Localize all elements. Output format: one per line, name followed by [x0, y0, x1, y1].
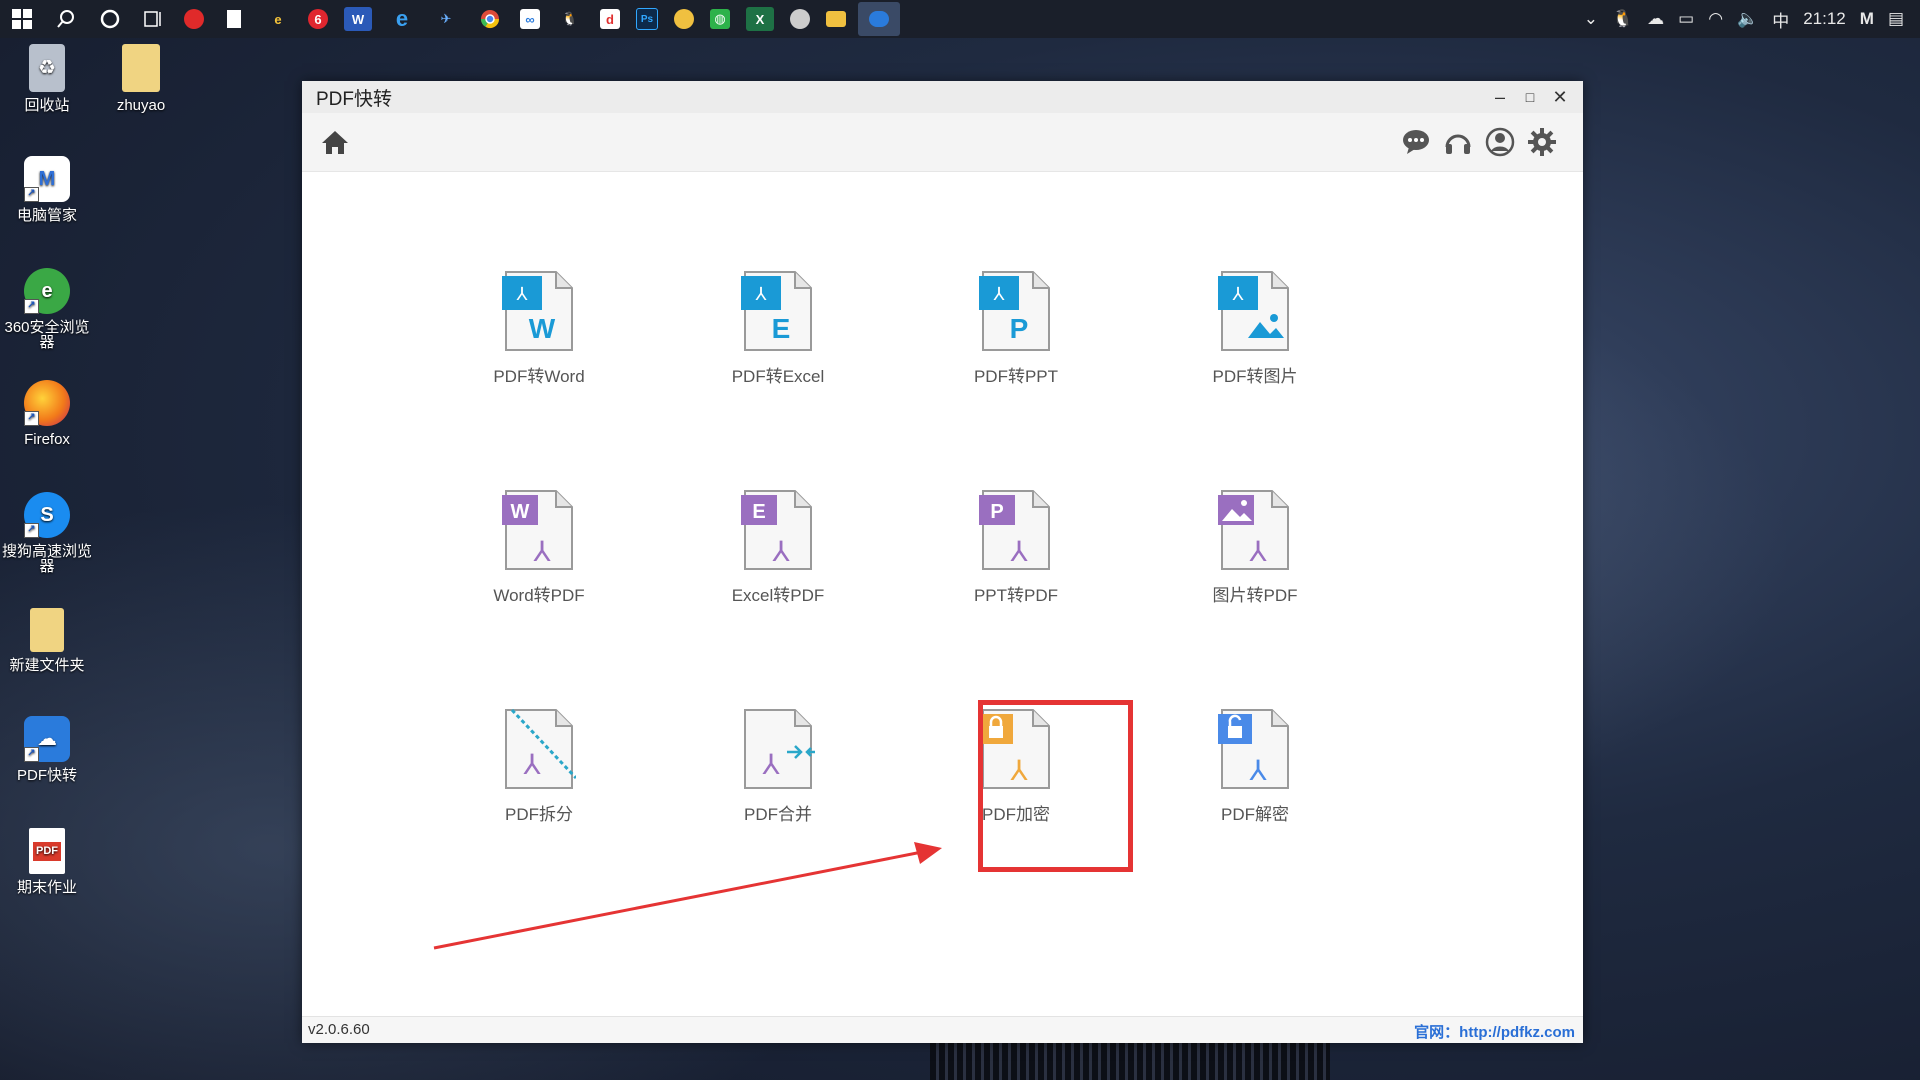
volume-icon[interactable]: 🔈: [1737, 9, 1758, 29]
qq-icon[interactable]: 🐧: [556, 7, 584, 31]
desktop-icon-360-browser[interactable]: e ↗ 360安全浏览器: [1, 268, 93, 350]
clock[interactable]: 21:12: [1803, 9, 1846, 29]
cortana-icon[interactable]: [96, 7, 124, 31]
browser-360-icon: e ↗: [24, 268, 70, 314]
ime-indicator[interactable]: 中: [1772, 7, 1789, 32]
tool-grid: ⅄ W PDF转Word ⅄ E PDF转Excel ⅄ P PDF转PPT ⅄ PDF转图片 W ⅄ W…: [302, 172, 1583, 1000]
task-view-icon[interactable]: [140, 7, 168, 31]
app-window: PDF快转 – □ ✕ ⅄ W PDF转Word ⅄ E PDF转Excel ⅄ P PDF转P…: [302, 81, 1583, 1043]
pdf-kuaizhuan-desktop-icon: ☁ ↗: [24, 716, 70, 762]
netease-music-icon[interactable]: [184, 9, 204, 29]
photoshop-icon[interactable]: Ps: [636, 8, 658, 30]
pdf-file-icon: PDF: [29, 828, 65, 874]
close-button[interactable]: ✕: [1547, 84, 1573, 110]
emoji-app-icon[interactable]: [674, 9, 694, 29]
word-icon[interactable]: W: [344, 7, 372, 31]
headset-icon[interactable]: [1443, 127, 1473, 157]
desktop-icon-label: 搜狗高速浏览器: [1, 543, 92, 575]
toolbar: [302, 113, 1583, 172]
chat-icon[interactable]: [1401, 127, 1431, 157]
live-icon[interactable]: ✈: [432, 7, 460, 31]
system-tray: ⌄ 🐧 ☁ ▭ ◠ 🔈 中 21:12 M ▤: [1577, 0, 1920, 38]
desktop-icon-label: PDF快转: [16, 767, 77, 784]
desktop-icon-new-folder[interactable]: 新建文件夹: [1, 608, 93, 673]
recycle-bin-icon: ♻: [29, 44, 65, 92]
chevron-up-icon[interactable]: ⌄: [1584, 9, 1598, 29]
notification-icon[interactable]: ▤: [1888, 9, 1904, 29]
window-title: PDF快转: [316, 88, 393, 110]
shortcut-arrow-icon: ↗: [24, 523, 39, 538]
annotation-arrow: [433, 842, 942, 950]
baidu-netdisk-icon[interactable]: ∞: [520, 9, 540, 29]
windows-start-icon[interactable]: [8, 7, 36, 31]
desktop-icon-label: 新建文件夹: [9, 657, 85, 674]
cloud-icon[interactable]: ☁: [1647, 9, 1664, 29]
wifi-icon[interactable]: ◠: [1708, 9, 1723, 29]
app-icon[interactable]: d: [600, 9, 620, 29]
desktop-icon-label: 回收站: [24, 97, 70, 114]
battery-icon[interactable]: ▭: [1678, 9, 1694, 29]
shortcut-arrow-icon: ↗: [24, 411, 39, 426]
file-explorer-icon[interactable]: [826, 11, 846, 27]
shortcut-arrow-icon: ↗: [24, 187, 39, 202]
notepad-icon[interactable]: [220, 7, 248, 31]
desktop-icon-label: zhuyao: [116, 97, 166, 114]
ime-icon[interactable]: M: [1860, 9, 1874, 29]
title-bar[interactable]: PDF快转 – □ ✕: [302, 81, 1583, 113]
desktop-icon-label: 期末作业: [16, 879, 77, 896]
version-label: v2.0.6.60: [308, 1021, 370, 1038]
desktop-icon-final-homework[interactable]: PDF 期末作业: [1, 828, 93, 895]
desktop-icon-label: Firefox: [24, 431, 70, 448]
settings-gear-icon[interactable]: [1527, 127, 1557, 157]
pdf-kuaizhuan-icon[interactable]: [858, 2, 900, 36]
desktop-icon-sogou-browser[interactable]: S ↗ 搜狗高速浏览器: [1, 492, 93, 574]
pc-manager-icon: M ↗: [24, 156, 70, 202]
website-link[interactable]: 官网：http://pdfkz.com: [1414, 1021, 1575, 1042]
desktop-icon-pdf-kuaizhuan[interactable]: ☁ ↗ PDF快转: [1, 716, 93, 783]
excel-icon[interactable]: X: [746, 7, 774, 31]
home-icon[interactable]: [320, 127, 350, 157]
netease-cloud-icon[interactable]: 6: [308, 9, 328, 29]
user-account-icon[interactable]: [1485, 127, 1515, 157]
shortcut-arrow-icon: ↗: [24, 299, 39, 314]
shortcut-arrow-icon: ↗: [24, 747, 39, 762]
browser-icon[interactable]: [790, 9, 810, 29]
desktop-icon-label: 360安全浏览器: [4, 319, 90, 351]
qq-tray-icon[interactable]: 🐧: [1612, 9, 1633, 29]
chrome-icon[interactable]: [476, 7, 504, 31]
ie-colorful-icon[interactable]: e: [264, 7, 292, 31]
taskbar: e 6 W e ✈ ∞ 🐧 d Ps ◍ X ⌄ 🐧 ☁ ▭ ◠ 🔈 中 21:…: [0, 0, 1920, 38]
desktop-icon-firefox[interactable]: ↗ Firefox: [1, 380, 93, 447]
desktop-icon-pc-manager[interactable]: M ↗ 电脑管家: [1, 156, 93, 223]
desktop-icon-zhuyao[interactable]: zhuyao: [95, 44, 187, 113]
status-bar: v2.0.6.60 官网：http://pdfkz.com: [302, 1016, 1583, 1043]
wechat-icon[interactable]: ◍: [710, 9, 730, 29]
desktop-icon-recycle-bin[interactable]: ♻ 回收站: [1, 44, 93, 113]
new-folder-icon: [30, 608, 64, 652]
maximize-button[interactable]: □: [1517, 84, 1543, 110]
desktop-icon-label: 电脑管家: [16, 207, 77, 224]
sogou-browser-icon: S ↗: [24, 492, 70, 538]
edge-icon[interactable]: e: [388, 6, 416, 31]
firefox-icon: ↗: [24, 380, 70, 426]
search-icon[interactable]: [52, 7, 80, 31]
minimize-button[interactable]: –: [1487, 84, 1513, 110]
folder-zip-icon: [122, 44, 160, 92]
